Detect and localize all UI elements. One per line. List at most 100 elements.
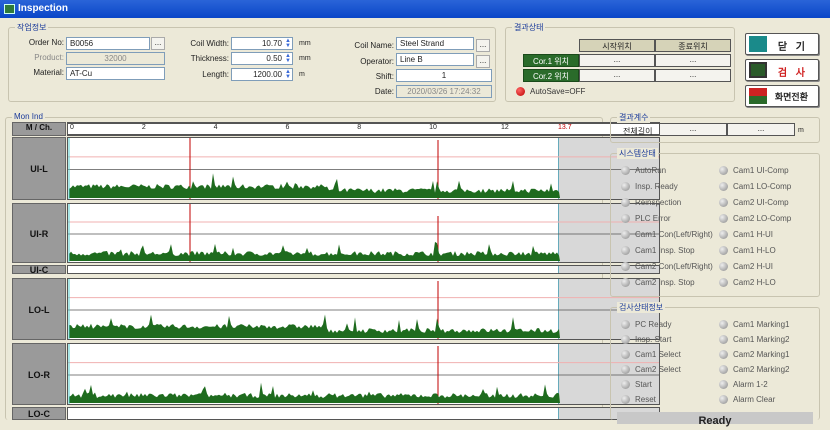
status-label: Cam2 Marking1 — [733, 350, 790, 359]
thickness-field[interactable]: 0.50 ▲ ▼ — [231, 52, 293, 65]
status-label: Cam2 H-LO — [733, 278, 776, 287]
x-tick-label: 2 — [141, 124, 146, 131]
status-led-icon — [621, 350, 630, 360]
length-unit: m — [299, 71, 305, 78]
status-led-icon — [621, 214, 630, 224]
length-field[interactable]: 1200.00 ▲ ▼ — [231, 68, 293, 81]
waveform-fill — [69, 314, 560, 338]
width-unit: mm — [299, 40, 311, 47]
status-indicator: Cam1 Insp. Stop — [621, 246, 695, 256]
width-label: Coil Width: — [190, 39, 229, 48]
waveform-fill — [69, 173, 560, 198]
shift-field[interactable]: 1 — [396, 69, 492, 82]
result-status-group: 결과상태 시작위치 종료위치 Cor.1 위치 ... ... Cor.2 위치… — [505, 22, 735, 102]
status-led-icon — [719, 335, 728, 345]
status-led-icon — [621, 246, 630, 256]
group-title: 작업정보 — [15, 22, 49, 33]
width-field[interactable]: 10.70 ▲ ▼ — [231, 37, 293, 50]
date-field: 2020/03/26 17:24:32 — [396, 85, 492, 98]
switch-label: 화면전환 — [774, 92, 808, 102]
channel-label: UI-L — [12, 137, 66, 200]
status-label: AutoRun — [635, 166, 667, 175]
status-label: Alarm 1-2 — [733, 380, 768, 389]
status-indicator: PC Ready — [621, 320, 671, 330]
material-label: Material: — [33, 68, 64, 77]
channel-plot — [67, 203, 660, 263]
coil-browse-button[interactable]: ... — [476, 39, 490, 52]
order-no-field[interactable]: B0056 — [66, 37, 150, 50]
switch-view-button[interactable]: 화면전환 — [745, 85, 819, 107]
length-value: 1200.00 — [253, 70, 282, 79]
inspection-status-group: 검사상태정보 PC Ready Insp. Start Cam1 Select Cam… — [610, 302, 820, 427]
status-indicator: Start — [621, 380, 652, 390]
inspect-button[interactable]: 검 사 — [745, 59, 819, 81]
status-led-icon — [719, 198, 728, 208]
operator-browse-button[interactable]: ... — [476, 55, 490, 68]
status-indicator: Alarm 1-2 — [719, 380, 768, 390]
spin-icon[interactable]: ▲ ▼ — [285, 53, 291, 64]
x-tick-label: 0 — [70, 124, 74, 131]
status-led-icon — [719, 278, 728, 288]
channel-label: UI-R — [12, 203, 66, 263]
operator-field[interactable]: Line B — [396, 53, 474, 66]
spin-icon[interactable]: ▲ ▼ — [285, 38, 291, 49]
status-led-icon — [719, 350, 728, 360]
order-browse-button[interactable]: ... — [151, 37, 165, 50]
status-indicator: Insp. Ready — [621, 182, 678, 192]
group-title: 시스템상태 — [617, 148, 658, 159]
waveform-fill — [69, 241, 560, 261]
status-indicator: Cam1 UI-Comp — [719, 166, 789, 176]
status-label: Cam1 Con(Left/Right) — [635, 230, 713, 239]
close-button[interactable]: 닫 기 — [745, 33, 819, 55]
status-led-icon — [621, 380, 630, 390]
status-label: Reset — [635, 395, 656, 404]
status-label: Start — [635, 380, 652, 389]
cell: ... — [579, 54, 655, 67]
material-field[interactable]: AT-Cu — [66, 67, 165, 80]
waveform — [68, 279, 659, 339]
coil-name-field[interactable]: Steel Strand — [396, 37, 474, 50]
status-label: Cam2 LO-Comp — [733, 214, 792, 223]
status-indicator: Cam2 Con(Left/Right) — [621, 262, 713, 272]
status-led-icon — [719, 246, 728, 256]
inspect-label: 검 사 — [777, 68, 808, 79]
coil-name-label: Coil Name: — [354, 41, 394, 50]
status-label: Cam1 Select — [635, 350, 681, 359]
spin-icon[interactable]: ▲ ▼ — [285, 69, 291, 80]
status-label: Cam2 Insp. Stop — [635, 278, 695, 287]
status-led-icon — [621, 230, 630, 240]
status-indicator: AutoRun — [621, 166, 667, 176]
status-label: Cam1 Marking2 — [733, 335, 790, 344]
system-status-group: 시스템상태 AutoRun Insp. Ready Reinspection PLC … — [610, 148, 820, 297]
channel-label: LO-L — [12, 278, 66, 340]
status-label: Cam1 LO-Comp — [733, 182, 792, 191]
unit: m — [798, 127, 804, 134]
app-icon — [4, 4, 15, 14]
status-label: Reinspection — [635, 198, 682, 207]
status-label: Cam1 UI-Comp — [733, 166, 789, 175]
thickness-unit: mm — [299, 55, 311, 62]
x-end-tick-label: 13.7 — [558, 124, 572, 131]
red-led-icon — [516, 87, 525, 97]
group-title: Mon Ind — [12, 112, 45, 121]
product-label: Product: — [34, 53, 64, 62]
channel-plot — [67, 407, 660, 420]
total-length-value-2: ... — [727, 123, 795, 136]
date-label: Date: — [374, 87, 394, 96]
status-indicator: Insp. Start — [621, 335, 671, 345]
status-bar: Ready — [617, 412, 813, 427]
channel-plot — [67, 278, 660, 340]
title-bar: Inspection — [0, 0, 830, 18]
status-label: Insp. Ready — [635, 182, 678, 191]
status-label: Alarm Clear — [733, 395, 776, 404]
column-header-start: 시작위치 — [579, 39, 655, 52]
x-tick-label: 10 — [429, 124, 437, 131]
status-led-icon — [621, 198, 630, 208]
status-indicator: Cam2 Marking1 — [719, 350, 790, 360]
autosave-indicator: AutoSave=OFF — [516, 87, 585, 97]
channel-plot — [67, 265, 660, 274]
width-value: 10.70 — [261, 39, 282, 48]
work-info-group: 작업정보 Order No: B0056 ... Product: 32000 … — [8, 22, 496, 102]
status-indicator: Cam1 LO-Comp — [719, 182, 792, 192]
status-indicator: Cam1 H-LO — [719, 246, 776, 256]
